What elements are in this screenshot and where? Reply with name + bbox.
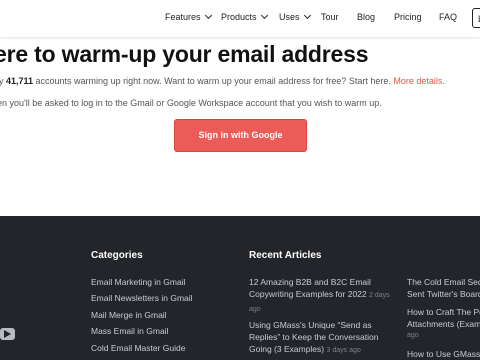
chevron-down-icon: [204, 11, 212, 20]
article-link[interactable]: Using GMass's Unique “Send as Replies” t…: [249, 319, 399, 357]
nav-tour[interactable]: Tour: [321, 12, 339, 22]
article-title-line: The Cold Email Sequ: [407, 277, 480, 287]
nav-products-label: Products: [221, 12, 257, 22]
article-title-line: Sent Twitter's Board: [407, 289, 480, 299]
more-details-link[interactable]: More details.: [393, 76, 445, 86]
category-link[interactable]: Email Marketing in Gmail: [91, 277, 185, 287]
nav-blog[interactable]: Blog: [357, 12, 375, 22]
top-navigation-bar: Features Products Uses Tour Blog Pricing…: [0, 0, 480, 37]
nav-features-label: Features: [165, 12, 201, 22]
article-link[interactable]: How to Craft The Pe Attachments (Exam ago: [407, 306, 480, 342]
chevron-down-icon: [303, 11, 311, 20]
category-link[interactable]: Mail Merge in Gmail: [91, 310, 167, 320]
category-link[interactable]: Mass Email in Gmail: [91, 326, 168, 336]
nav-products[interactable]: Products: [221, 11, 268, 22]
recent-articles-heading: Recent Articles: [249, 250, 322, 261]
nav-uses[interactable]: Uses: [279, 11, 311, 22]
youtube-icon[interactable]: [0, 328, 15, 340]
category-link[interactable]: Email Newsletters in Gmail: [91, 293, 193, 303]
article-title-line: How to Craft The Pe: [407, 307, 480, 317]
article-title: 12 Amazing B2B and B2C Email Copywriting…: [249, 277, 371, 299]
article-title-line: Attachments (Exam: [407, 319, 480, 329]
nav-pricing[interactable]: Pricing: [394, 12, 422, 22]
nav-faq[interactable]: FAQ: [439, 12, 457, 22]
login-instructions-text: en you'll be asked to log in to the Gmai…: [0, 98, 382, 108]
chevron-down-icon: [260, 11, 268, 20]
footer: Categories Email Marketing in Gmail Emai…: [0, 216, 480, 360]
nav-features[interactable]: Features: [165, 11, 212, 22]
page-title: ere to warm-up your email address: [0, 41, 369, 67]
login-button[interactable]: L: [472, 8, 480, 28]
article-link[interactable]: The Cold Email Sequ Sent Twitter's Board: [407, 276, 480, 300]
article-link[interactable]: 12 Amazing B2B and B2C Email Copywriting…: [249, 276, 399, 316]
category-link[interactable]: Cold Email Master Guide: [91, 343, 185, 353]
article-date: 3 days ago: [326, 347, 361, 354]
sign-in-with-google-button[interactable]: Sign in with Google: [174, 119, 307, 152]
categories-heading: Categories: [91, 250, 143, 261]
article-date: ago: [407, 332, 419, 339]
warming-count: 41,711: [6, 76, 34, 86]
article-title-line: How to Use GMass's: [407, 349, 480, 359]
line1-middle: accounts warming up right now. Want to w…: [33, 76, 394, 86]
accounts-warming-text: ly 41,711 accounts warming up right now.…: [0, 76, 445, 86]
nav-uses-label: Uses: [279, 12, 300, 22]
article-link[interactable]: How to Use GMass's: [407, 348, 480, 360]
